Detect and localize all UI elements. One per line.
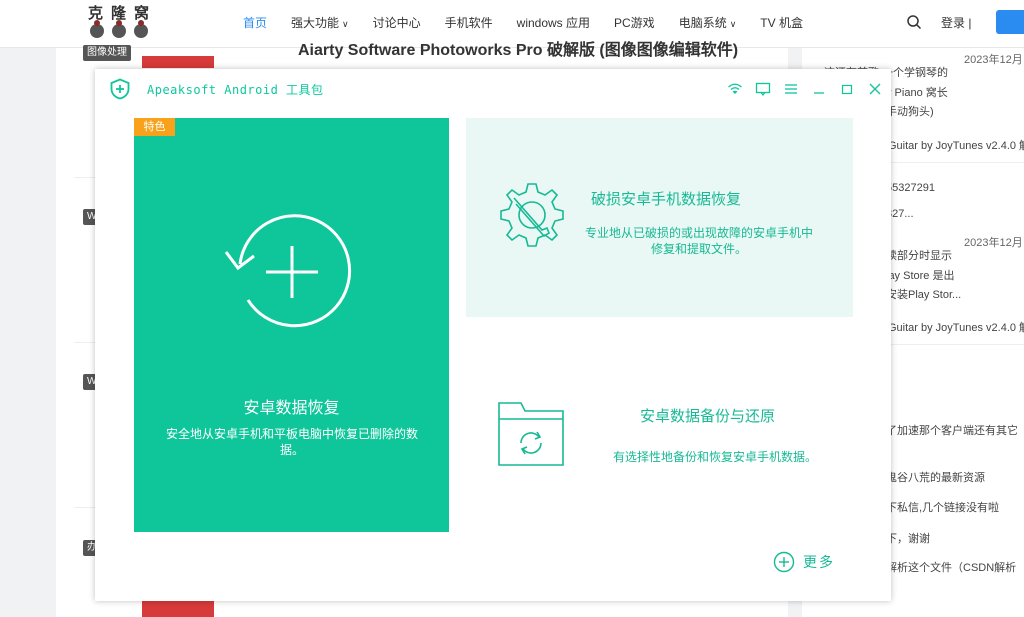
comment-text[interactable]: 鬼谷八荒的最新资源 [886,469,985,485]
login-link[interactable]: 登录 | [941,14,971,31]
card-title: 破损安卓手机数据恢复 [591,191,742,208]
nav-item-mobile-software[interactable]: 手机软件 [445,14,493,31]
nav-item-pc-systems[interactable]: 电脑系统 ∨ [679,14,737,31]
site-logo[interactable]: 克隆窝 [88,2,168,44]
feedback-icon[interactable] [755,81,771,97]
comment-text[interactable]: y Piano 窝长 [886,84,948,100]
nav-item-tv-box[interactable]: TV 机盒 [760,14,803,31]
article-title[interactable]: Aiarty Software Photoworks Pro 破解版 (图像图像… [298,36,738,60]
title-bar[interactable]: Apeaksoft Android 工具包 [95,69,891,109]
app-logo-icon [110,78,130,100]
comment-text[interactable]: 解析这个文件（CSDN解析 [886,559,1016,575]
logo-pig-icons [90,20,148,38]
search-icon[interactable] [906,14,922,30]
main-nav: 首页 强大功能 ∨ 讨论中心 手机软件 windows 应用 PC游戏 电脑系统 ∨… [243,14,827,31]
comment-source[interactable]: Guitar by JoyTunes v2.4.0 解 [888,137,1024,153]
comment-source[interactable]: Guitar by JoyTunes v2.4.0 解 [888,319,1024,335]
card-description: 安全地从安卓手机和平板电脑中恢复已删除的数据。 [165,427,418,457]
comment-text[interactable]: 读部分时显示 [886,247,952,263]
card-description: 有选择性地备份和恢复安卓手机数据。 [612,450,817,464]
comment-text[interactable]: 55327291 [886,182,935,194]
close-icon[interactable] [867,81,883,97]
menu-icon[interactable] [783,81,799,97]
card-description: 专业地从已破损的或出现故障的安卓手机中修复和提取文件。 [584,226,813,256]
pig-icon [134,20,148,38]
comment-date: 2023年12月 [964,54,1023,66]
nav-item-forum[interactable]: 讨论中心 [373,14,421,31]
window-controls [727,81,895,97]
chevron-down-icon: ∨ [342,19,349,29]
chevron-down-icon: ∨ [729,19,737,29]
nav-item-home[interactable]: 首页 [243,14,267,31]
app-window: Apeaksoft Android 工具包 特色 安卓数据恢复 安全地从安卓手机… [95,69,891,601]
nav-item-features[interactable]: 强大功能 ∨ [291,14,349,31]
maximize-icon[interactable] [839,81,855,97]
gear-wrench-icon [500,183,564,247]
restore-plus-icon [224,214,352,328]
broken-android-recovery-card[interactable]: 破损安卓手机数据恢复 专业地从已破损的或出现故障的安卓手机中修复和提取文件。 [466,118,853,317]
comment-text[interactable]: 下私信,几个链接没有啦 [886,499,999,515]
article-thumbnail[interactable] [142,600,214,617]
folder-sync-icon [498,402,564,466]
android-data-recovery-card[interactable]: 特色 安卓数据恢复 安全地从安卓手机和平板电脑中恢复已删除的数据。 [134,118,449,532]
comment-text[interactable]: 了加速那个客户端还有其它 [886,422,1018,438]
comment-date: 2023年12月 [964,237,1023,249]
more-button[interactable]: 更多 [773,551,835,573]
article-thumbnail[interactable] [142,56,214,68]
comment-text[interactable]: lay Store 是出 [886,267,954,283]
featured-badge: 特色 [134,118,175,136]
more-label: 更多 [803,554,835,570]
comment-text[interactable]: 下，谢谢 [886,530,930,546]
comment-text[interactable]: 安装Play Stor... [886,286,961,302]
minimize-icon[interactable] [811,81,827,97]
comment-text[interactable]: 手动狗头) [886,103,934,119]
card-title: 安卓数据恢复 [243,400,340,417]
plus-circle-icon [773,551,795,573]
pig-icon [112,20,126,38]
app-title: Apeaksoft Android 工具包 [147,83,324,97]
register-button[interactable] [996,10,1024,34]
nav-item-windows-apps[interactable]: windows 应用 [517,14,590,31]
nav-item-pc-games[interactable]: PC游戏 [614,14,655,31]
card-title: 安卓数据备份与还原 [640,408,776,425]
category-tag[interactable]: 图像处理 [83,45,131,61]
wifi-icon[interactable] [727,81,743,97]
pig-icon [90,20,104,38]
